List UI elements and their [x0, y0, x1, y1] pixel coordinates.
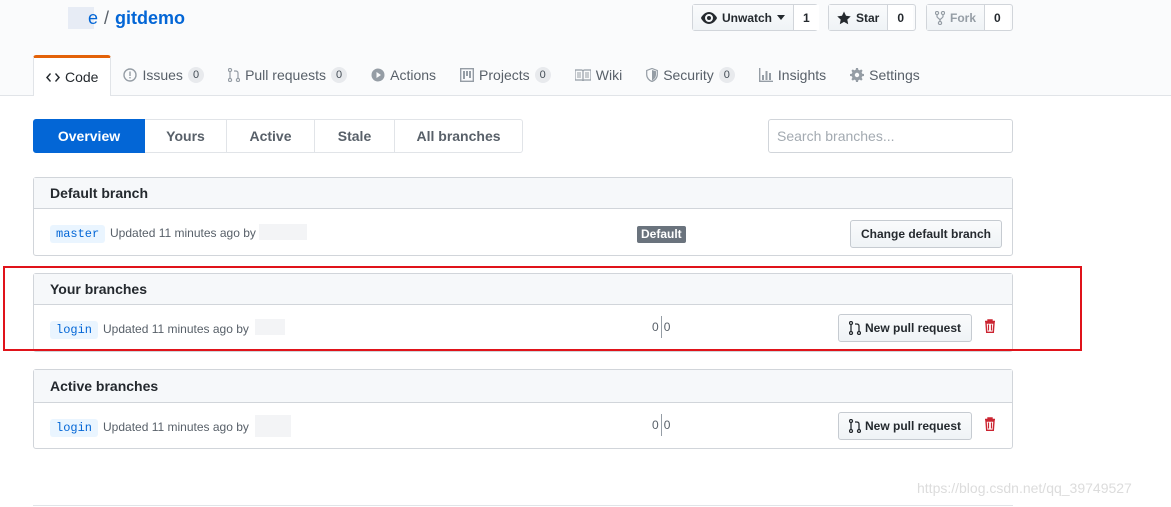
- stargazers-count[interactable]: 0: [888, 5, 914, 30]
- author-avatar-blurred[interactable]: [259, 224, 307, 240]
- author-avatar-blurred[interactable]: [255, 415, 291, 437]
- filter-active[interactable]: Active: [227, 119, 315, 153]
- active-branches-box: Active branches login Updated 11 minutes…: [33, 369, 1013, 449]
- new-pull-request-button[interactable]: New pull request: [838, 412, 973, 440]
- filter-stale[interactable]: Stale: [315, 119, 395, 153]
- graph-icon: [758, 68, 773, 82]
- watchers-count[interactable]: 1: [794, 5, 819, 30]
- updated-text: Updated 11 minutes ago by: [103, 420, 249, 434]
- project-icon: [460, 68, 475, 82]
- updated-text: Updated 11 minutes ago by: [110, 226, 256, 240]
- tab-wiki[interactable]: Wiki: [563, 55, 634, 95]
- filter-yours[interactable]: Yours: [145, 119, 227, 153]
- filter-overview[interactable]: Overview: [33, 119, 145, 153]
- play-icon: [371, 68, 385, 82]
- repo-title: e / gitdemo: [42, 6, 185, 30]
- ahead-behind-divider: [660, 414, 662, 436]
- tab-code[interactable]: Code: [33, 55, 112, 96]
- section-title: Active branches: [34, 370, 1012, 403]
- pull-request-icon: [849, 419, 861, 433]
- tab-issues[interactable]: Issues 0: [111, 55, 216, 95]
- tab-count: 0: [187, 67, 205, 83]
- owner-name[interactable]: e: [88, 8, 98, 29]
- eye-icon: [701, 11, 717, 24]
- fork-button-group: Fork 0: [926, 4, 1013, 31]
- code-icon: [46, 72, 60, 82]
- button-label: Change default branch: [861, 227, 992, 241]
- gear-icon: [850, 68, 865, 82]
- tab-pull-requests[interactable]: Pull requests 0: [216, 55, 359, 95]
- trash-icon[interactable]: [984, 417, 996, 431]
- default-badge: Default: [637, 226, 686, 243]
- repo-name-link[interactable]: gitdemo: [115, 8, 185, 29]
- ahead-count: 0: [663, 418, 671, 432]
- repo-separator: /: [104, 7, 110, 28]
- caret-down-icon: [777, 15, 786, 20]
- fork-button[interactable]: Fork: [927, 5, 986, 30]
- repo-tabs: Code Issues 0 Pull requests 0 Actions Pr…: [33, 55, 932, 96]
- watermark-text: https://blog.csdn.net/qq_39749527: [917, 480, 1132, 496]
- tab-label: Wiki: [595, 67, 623, 83]
- star-button-group: Star 0: [828, 4, 916, 31]
- default-branch-box: Default branch master Updated 11 minutes…: [33, 177, 1013, 256]
- fork-icon: [935, 10, 945, 25]
- branch-name-link[interactable]: login: [50, 419, 99, 437]
- annotation-highlight-box: [3, 266, 1082, 351]
- ahead-behind-indicator: 0 0: [652, 414, 670, 436]
- tab-count: 0: [331, 67, 348, 83]
- filter-all-branches[interactable]: All branches: [395, 119, 523, 153]
- tab-settings[interactable]: Settings: [838, 55, 932, 95]
- tab-label: Actions: [390, 67, 437, 83]
- tab-label: Security: [663, 67, 714, 83]
- fork-label: Fork: [950, 10, 977, 25]
- shield-icon: [646, 68, 659, 82]
- button-label: New pull request: [865, 419, 962, 433]
- tab-label: Settings: [869, 67, 920, 83]
- tab-projects[interactable]: Projects 0: [448, 55, 563, 95]
- star-label: Star: [856, 10, 880, 25]
- branch-row: master Updated 11 minutes ago by Default…: [34, 209, 1012, 253]
- search-branches-input[interactable]: [768, 119, 1013, 153]
- star-button[interactable]: Star: [829, 5, 889, 30]
- tab-security[interactable]: Security 0: [634, 55, 747, 95]
- tab-label: Insights: [777, 67, 827, 83]
- tab-count: 0: [534, 67, 551, 83]
- tab-label: Pull requests: [245, 67, 326, 83]
- issue-icon: [123, 68, 138, 82]
- footer-divider: [33, 505, 1013, 506]
- branch-row: login Updated 11 minutes ago by 0 0 New …: [34, 403, 1012, 447]
- book-icon: [574, 69, 591, 81]
- change-default-branch-button[interactable]: Change default branch: [850, 220, 1003, 248]
- behind-count: 0: [652, 418, 659, 432]
- pull-request-icon: [228, 68, 241, 82]
- star-icon: [837, 11, 851, 24]
- branch-filter-nav: Overview Yours Active Stale All branches: [33, 119, 523, 153]
- section-title: Default branch: [34, 178, 1012, 209]
- unwatch-label: Unwatch: [722, 10, 773, 25]
- owner-name-blurred[interactable]: [42, 7, 94, 29]
- branch-name-link[interactable]: master: [50, 225, 106, 243]
- tab-label: Issues: [142, 67, 183, 83]
- unwatch-button[interactable]: Unwatch: [693, 5, 795, 30]
- tab-count: 0: [718, 67, 735, 83]
- tab-insights[interactable]: Insights: [747, 55, 838, 95]
- watch-button-group: Unwatch 1: [692, 4, 819, 31]
- forks-count[interactable]: 0: [985, 5, 1010, 30]
- tab-label: Projects: [479, 67, 530, 83]
- tab-label: Code: [65, 69, 99, 85]
- tab-actions[interactable]: Actions: [359, 55, 448, 95]
